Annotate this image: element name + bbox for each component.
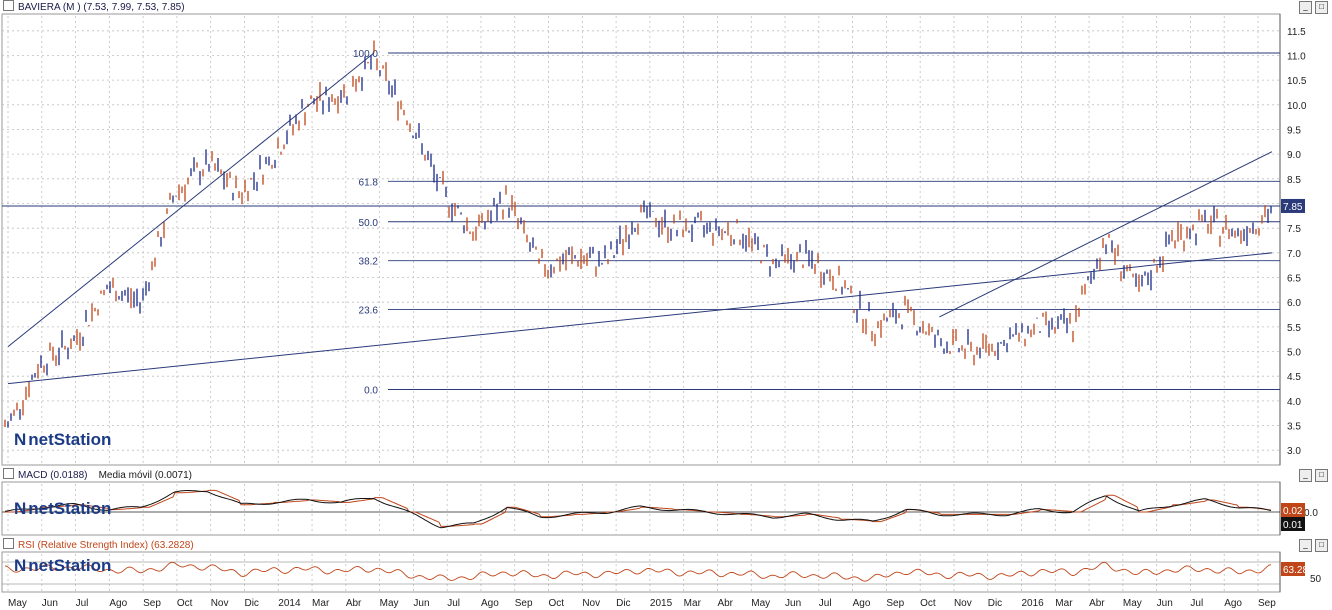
netstation-logo-macd: ΝnetStation [14,499,111,519]
y-tick-label: 4.0 [1287,397,1301,408]
x-tick-label: Sep [1258,598,1276,609]
y-tick-label: 7.5 [1287,224,1301,235]
macd-lines [4,489,1272,529]
x-tick-label: Jul [447,598,460,609]
x-tick-label: Dic [988,598,1002,609]
x-tick-label: May [380,598,399,609]
x-tick-label: Jun [1157,598,1173,609]
rsi-y-tick: 50 [1310,574,1322,585]
y-tick-label: 4.5 [1287,372,1301,383]
y-tick-label: 6.5 [1287,274,1301,285]
x-tick-label: Jun [785,598,801,609]
x-tick-label: May [8,598,27,609]
panel-frame-0 [1,13,1281,466]
rsi-line [4,561,1272,582]
x-tick-label: May [1123,598,1142,609]
x-tick-label: Mar [312,598,330,609]
trend-lines [7,52,1273,385]
trend-line [939,151,1273,318]
netstation-logo-main: ΝnetStation [14,430,111,450]
x-tick-label: Oct [177,598,193,609]
macd-y-tick: 0.0 [1304,508,1318,519]
x-tick-label: Sep [143,598,161,609]
x-tick-label: Jun [42,598,58,609]
x-tick-label: Oct [920,598,936,609]
price-bars [4,40,1272,428]
rsi-value-badge: 63.28 [1283,565,1308,576]
x-tick-label: Mar [684,598,702,609]
macd-value-badge: 0.02 [1283,506,1303,517]
netstation-logo-icon: Ν [14,556,27,575]
x-tick-label: Sep [515,598,533,609]
x-tick-label: Oct [549,598,565,609]
x-axis-labels: May Jun Jul Ago Sep Oct Nov Dic 2014 Mar Abr May Jun… [8,598,1276,609]
x-tick-label: Sep [886,598,904,609]
y-tick-label: 7.0 [1287,249,1301,260]
x-tick-label: 2016 [1022,598,1045,609]
y-tick-label: 9.0 [1287,150,1301,161]
x-tick-label: Nov [211,598,229,609]
x-tick-label: Jun [413,598,429,609]
y-axis-labels: 3.03.54.04.55.05.56.06.57.07.58.08.59.09… [1287,27,1322,585]
fib-label: 38.2 [359,257,379,268]
x-tick-label: 2014 [278,598,301,609]
y-tick-label: 3.0 [1287,446,1301,457]
rsi-line [4,561,1272,582]
stock-chart[interactable]: 100.061.850.038.223.60.0 3.03.54.04.55.0… [0,0,1332,610]
macd-signal-line [5,489,1272,527]
x-tick-label: Abr [717,598,733,609]
x-tick-label: May [751,598,770,609]
netstation-logo-icon: Ν [14,499,27,518]
x-tick-label: Dic [244,598,258,609]
fib-label: 61.8 [359,177,379,188]
y-tick-label: 11.0 [1287,51,1306,62]
x-tick-label: Abr [346,598,362,609]
panel-frames [1,13,1281,593]
x-tick-label: Jul [819,598,832,609]
logo-text: netStation [28,499,112,518]
x-tick-label: 2015 [650,598,673,609]
macd-signal-badge: 0.01 [1283,520,1303,531]
netstation-logo-icon: Ν [14,430,27,449]
logo-text: netStation [28,556,112,575]
fib-label: 23.6 [359,306,379,317]
fib-label: 0.0 [364,386,378,397]
x-tick-label: Ago [853,598,871,609]
x-tick-label: Nov [954,598,972,609]
x-tick-label: Jul [76,598,89,609]
x-tick-label: Ago [1224,598,1242,609]
panel-frame-2 [1,551,1281,593]
trend-line [7,52,375,347]
x-tick-label: Mar [1055,598,1073,609]
fib-label: 50.0 [359,218,379,229]
y-tick-label: 6.0 [1287,298,1301,309]
y-tick-label: 8.5 [1287,175,1301,186]
fibonacci-levels: 100.061.850.038.223.60.0 [2,49,1280,397]
x-tick-label: Abr [1089,598,1105,609]
y-tick-label: 10.5 [1287,76,1307,87]
x-tick-label: Nov [582,598,600,609]
y-tick-label: 11.5 [1287,27,1306,38]
y-tick-label: 5.0 [1287,348,1301,359]
y-tick-label: 3.5 [1287,422,1301,433]
y-tick-label: 10.0 [1287,101,1307,112]
last-price-badge: 7.85 [1283,202,1303,213]
netstation-logo-rsi: ΝnetStation [14,556,111,576]
y-tick-label: 9.5 [1287,125,1301,136]
x-tick-label: Dic [616,598,630,609]
x-tick-label: Ago [481,598,499,609]
logo-text: netStation [28,430,112,449]
x-tick-label: Ago [109,598,127,609]
trend-line [7,252,1273,385]
x-tick-label: Jul [1190,598,1203,609]
y-tick-label: 5.5 [1287,323,1301,334]
